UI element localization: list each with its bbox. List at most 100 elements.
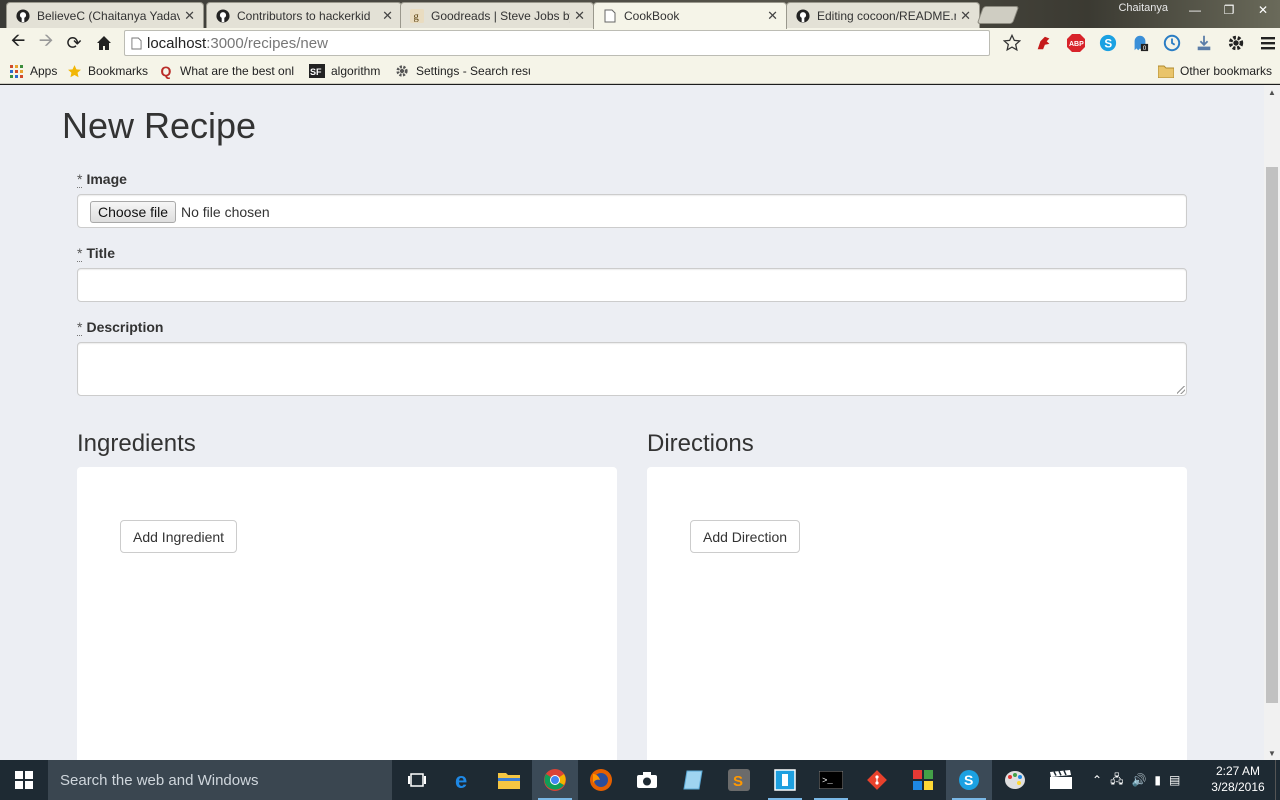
sublime-text-icon[interactable]: S bbox=[716, 760, 762, 800]
chrome-icon[interactable] bbox=[532, 760, 578, 800]
tab-label: Editing cocoon/README.m bbox=[817, 8, 957, 23]
required-mark: * bbox=[77, 319, 83, 336]
scrollbar-thumb[interactable] bbox=[1266, 167, 1278, 703]
reload-icon[interactable]: ⟳ bbox=[60, 29, 88, 57]
gear-icon bbox=[394, 63, 410, 79]
taskbar-search-box[interactable]: Search the web and Windows bbox=[48, 760, 392, 800]
home-icon[interactable] bbox=[90, 29, 118, 57]
github-icon bbox=[795, 8, 811, 24]
action-center-icon[interactable]: ▤ bbox=[1165, 773, 1184, 787]
tab-label: Contributors to hackerkid bbox=[237, 8, 371, 23]
page-content: New Recipe * Image Choose file No file ch… bbox=[0, 85, 1264, 760]
address-bar[interactable]: localhost:3000/recipes/new bbox=[124, 30, 990, 56]
bookmark-bookmarks[interactable]: Bookmarks bbox=[66, 62, 148, 80]
choose-file-button[interactable]: Choose file bbox=[90, 201, 177, 223]
scroll-up-icon[interactable]: ▲ bbox=[1264, 85, 1280, 99]
tab-contributors[interactable]: Contributors to hackerkid ✕ bbox=[206, 2, 402, 28]
description-label: * Description bbox=[77, 319, 164, 336]
clock-date: 3/28/2016 bbox=[1211, 780, 1265, 794]
ghostery-icon[interactable]: 0 bbox=[1124, 30, 1156, 56]
history-icon[interactable] bbox=[1156, 30, 1188, 56]
bookmark-algorithm[interactable]: SF algorithm bbox=[309, 62, 380, 80]
task-view-icon[interactable] bbox=[394, 760, 440, 800]
folder-icon bbox=[1158, 63, 1174, 79]
edge-icon[interactable]: e bbox=[440, 760, 486, 800]
skype-icon[interactable]: S bbox=[946, 760, 992, 800]
page-scrollbar[interactable]: ▲ ▼ bbox=[1264, 85, 1280, 760]
color-blocks-icon[interactable] bbox=[900, 760, 946, 800]
volume-icon[interactable]: 🔊 bbox=[1127, 773, 1150, 787]
other-bookmarks-label: Other bookmarks bbox=[1180, 64, 1273, 78]
add-direction-button[interactable]: Add Direction bbox=[690, 520, 801, 553]
lastpass-dino-icon[interactable] bbox=[1028, 30, 1060, 56]
system-tray: ⌃ 🖧 🔊 ▮ ▤ bbox=[1088, 760, 1184, 800]
close-icon[interactable]: ✕ bbox=[184, 8, 195, 24]
new-tab-button[interactable] bbox=[976, 6, 1020, 24]
add-ingredient-button[interactable]: Add Ingredient bbox=[120, 520, 238, 553]
required-mark: * bbox=[77, 245, 83, 262]
camera-icon[interactable] bbox=[624, 760, 670, 800]
movie-clapper-icon[interactable] bbox=[1038, 760, 1084, 800]
taskbar-clock[interactable]: 2:27 AM 3/28/2016 bbox=[1208, 763, 1268, 795]
git-icon[interactable] bbox=[854, 760, 900, 800]
close-icon[interactable]: ✕ bbox=[960, 8, 971, 24]
battery-icon[interactable]: ▮ bbox=[1150, 773, 1165, 787]
windows-start-icon[interactable] bbox=[0, 760, 48, 800]
scroll-down-icon[interactable]: ▼ bbox=[1264, 746, 1280, 760]
window-controls: — ❐ ✕ bbox=[1178, 0, 1280, 22]
firefox-icon[interactable] bbox=[578, 760, 624, 800]
image-file-field[interactable]: Choose file No file chosen bbox=[77, 194, 1187, 228]
goodreads-icon: g bbox=[409, 8, 425, 24]
minimize-icon[interactable]: — bbox=[1178, 0, 1212, 20]
tab-editing-cocoon[interactable]: Editing cocoon/README.m ✕ bbox=[786, 2, 980, 28]
image-label: * Image bbox=[77, 171, 127, 188]
resize-handle-icon[interactable] bbox=[1177, 386, 1185, 394]
gear-icon[interactable] bbox=[1220, 30, 1252, 56]
file-explorer-icon[interactable] bbox=[486, 760, 532, 800]
paint-palette-icon[interactable] bbox=[992, 760, 1038, 800]
back-arrow-icon[interactable]: 🡨 bbox=[4, 29, 32, 57]
adblock-plus-icon[interactable]: ABP bbox=[1060, 30, 1092, 56]
notes-icon[interactable] bbox=[670, 760, 716, 800]
other-bookmarks[interactable]: Other bookmarks bbox=[1158, 62, 1272, 80]
page-icon bbox=[602, 8, 618, 24]
tab-label: CookBook bbox=[624, 9, 680, 23]
page-icon bbox=[125, 37, 147, 50]
title-input[interactable] bbox=[77, 268, 1187, 302]
bookmark-quora[interactable]: Q What are the best onl bbox=[158, 62, 296, 80]
bookmark-label: algorithm bbox=[331, 64, 381, 78]
bookmarks-bar: Apps Bookmarks Q What are the best onl S… bbox=[0, 58, 1280, 84]
terminal-icon[interactable]: >_ bbox=[808, 760, 854, 800]
browser-toolbar: 🡨 🡪 ⟳ localhost:3000/recipes/new ABP S 0 bbox=[0, 28, 1280, 58]
svg-text:g: g bbox=[414, 11, 420, 22]
restore-icon[interactable]: ❐ bbox=[1212, 0, 1246, 20]
ingredients-heading: Ingredients bbox=[77, 430, 196, 457]
description-textarea[interactable] bbox=[77, 342, 1187, 396]
tab-believec[interactable]: BelieveC (Chaitanya Yadav ✕ bbox=[6, 2, 204, 28]
bookmark-settings[interactable]: Settings - Search resu bbox=[394, 62, 530, 80]
file-status-text: No file chosen bbox=[181, 204, 270, 220]
windows-taskbar: Search the web and Windows e S >_ S ⌃ 🖧 … bbox=[0, 760, 1280, 800]
apps-grid-icon bbox=[8, 63, 24, 79]
close-icon[interactable]: ✕ bbox=[382, 8, 393, 24]
svg-text:e: e bbox=[455, 769, 467, 791]
close-icon[interactable]: ✕ bbox=[767, 8, 778, 24]
show-desktop-button[interactable] bbox=[1275, 760, 1280, 800]
network-icon[interactable]: 🖧 bbox=[1106, 770, 1127, 791]
profile-name[interactable]: Chaitanya bbox=[1118, 2, 1168, 14]
skype-icon[interactable]: S bbox=[1092, 30, 1124, 56]
close-icon[interactable]: ✕ bbox=[574, 8, 585, 24]
tab-cookbook[interactable]: CookBook ✕ bbox=[593, 2, 787, 29]
star-icon[interactable] bbox=[996, 30, 1028, 56]
app-window-icon[interactable] bbox=[762, 760, 808, 800]
bookmark-label: Apps bbox=[30, 64, 58, 78]
close-window-icon[interactable]: ✕ bbox=[1246, 0, 1280, 20]
taskbar-apps: e S >_ S bbox=[394, 760, 1084, 800]
bookmark-apps[interactable]: Apps bbox=[8, 62, 57, 80]
download-icon[interactable] bbox=[1188, 30, 1220, 56]
menu-icon[interactable] bbox=[1252, 30, 1280, 56]
chevron-up-icon[interactable]: ⌃ bbox=[1088, 773, 1106, 787]
tab-goodreads[interactable]: g Goodreads | Steve Jobs by ✕ bbox=[400, 2, 594, 28]
forward-arrow-icon[interactable]: 🡪 bbox=[32, 29, 60, 57]
svg-text:>_: >_ bbox=[822, 776, 833, 786]
